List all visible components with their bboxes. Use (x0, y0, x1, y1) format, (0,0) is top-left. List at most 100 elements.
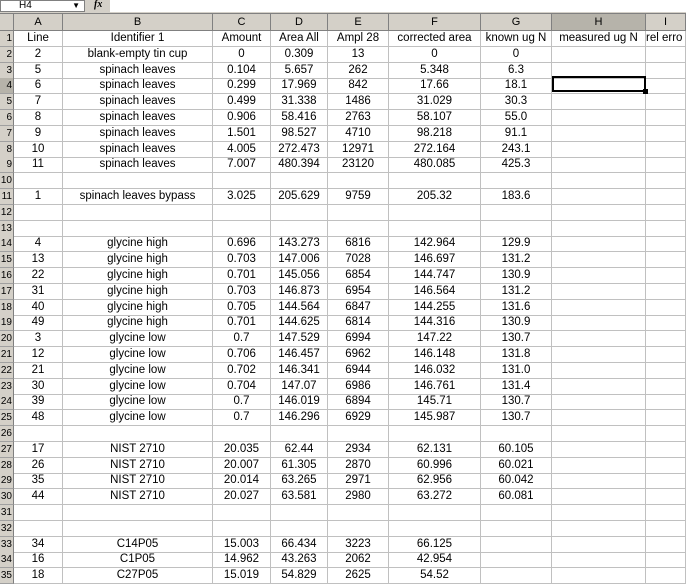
cell-c31[interactable] (213, 505, 271, 521)
cell-i28[interactable] (646, 457, 686, 474)
cell-b3[interactable]: spinach leaves (63, 62, 213, 79)
cell-e6[interactable]: 2763 (328, 110, 389, 126)
cell-b4[interactable]: spinach leaves (63, 78, 213, 95)
cell-g17[interactable]: 131.2 (481, 283, 552, 300)
cell-a18[interactable]: 40 (14, 299, 63, 316)
cell-g31[interactable] (481, 505, 552, 521)
cell-i5[interactable] (646, 94, 686, 111)
cell-d5[interactable]: 31.338 (271, 94, 328, 111)
cell-i23[interactable] (646, 378, 686, 395)
cell-h6[interactable] (552, 110, 646, 126)
cell-c13[interactable] (213, 220, 271, 237)
cell-a19[interactable]: 49 (14, 315, 63, 332)
cell-g16[interactable]: 130.9 (481, 268, 552, 284)
cell-h21[interactable] (552, 347, 646, 363)
cell-h30[interactable] (552, 489, 646, 506)
cell-h9[interactable] (552, 157, 646, 174)
cell-c16[interactable]: 0.701 (213, 268, 271, 284)
cell-g27[interactable]: 60.105 (481, 441, 552, 458)
cell-e33[interactable]: 3223 (328, 536, 389, 553)
row-header-30[interactable]: 30 (0, 489, 14, 506)
cell-d32[interactable] (271, 520, 328, 537)
row-header-5[interactable]: 5 (0, 94, 14, 111)
column-header-g[interactable]: G (481, 14, 552, 30)
cell-c26[interactable] (213, 426, 271, 442)
cell-e7[interactable]: 4710 (328, 125, 389, 142)
row-header-22[interactable]: 22 (0, 362, 14, 379)
cell-a4[interactable]: 6 (14, 78, 63, 95)
cell-b24[interactable]: glycine low (63, 394, 213, 411)
cell-b14[interactable]: glycine high (63, 236, 213, 253)
row-header-8[interactable]: 8 (0, 141, 14, 158)
cell-c17[interactable]: 0.703 (213, 283, 271, 300)
cell-e28[interactable]: 2870 (328, 457, 389, 474)
cell-c2[interactable]: 0 (213, 46, 271, 63)
chevron-down-icon[interactable]: ▼ (72, 1, 80, 10)
cell-c3[interactable]: 0.104 (213, 62, 271, 79)
row-header-6[interactable]: 6 (0, 110, 14, 126)
cell-c29[interactable]: 20.014 (213, 473, 271, 490)
cell-b30[interactable]: NIST 2710 (63, 489, 213, 506)
cell-a25[interactable]: 48 (14, 410, 63, 427)
cell-c21[interactable]: 0.706 (213, 347, 271, 363)
cell-f10[interactable] (389, 173, 481, 190)
cell-d4[interactable]: 17.969 (271, 78, 328, 95)
row-header-24[interactable]: 24 (0, 394, 14, 411)
cell-h1[interactable]: measured ug N (552, 31, 646, 47)
cell-d29[interactable]: 63.265 (271, 473, 328, 490)
cell-i34[interactable] (646, 552, 686, 569)
cell-h10[interactable] (552, 173, 646, 190)
cell-a11[interactable]: 1 (14, 189, 63, 205)
cell-b25[interactable]: glycine low (63, 410, 213, 427)
cell-b27[interactable]: NIST 2710 (63, 441, 213, 458)
cell-c5[interactable]: 0.499 (213, 94, 271, 111)
cell-d2[interactable]: 0.309 (271, 46, 328, 63)
cell-g19[interactable]: 130.9 (481, 315, 552, 332)
cell-a22[interactable]: 21 (14, 362, 63, 379)
cell-f7[interactable]: 98.218 (389, 125, 481, 142)
cell-d6[interactable]: 58.416 (271, 110, 328, 126)
cell-g2[interactable]: 0 (481, 46, 552, 63)
cell-g13[interactable] (481, 220, 552, 237)
cell-d7[interactable]: 98.527 (271, 125, 328, 142)
cell-e27[interactable]: 2934 (328, 441, 389, 458)
cell-g18[interactable]: 131.6 (481, 299, 552, 316)
cell-i30[interactable] (646, 489, 686, 506)
cell-g5[interactable]: 30.3 (481, 94, 552, 111)
cell-i27[interactable] (646, 441, 686, 458)
cell-a1[interactable]: Line (14, 31, 63, 47)
cell-a27[interactable]: 17 (14, 441, 63, 458)
cell-c9[interactable]: 7.007 (213, 157, 271, 174)
cell-a5[interactable]: 7 (14, 94, 63, 111)
cell-i35[interactable] (646, 568, 686, 585)
cell-f32[interactable] (389, 520, 481, 537)
cell-a17[interactable]: 31 (14, 283, 63, 300)
cell-e10[interactable] (328, 173, 389, 190)
row-header-14[interactable]: 14 (0, 236, 14, 253)
column-header-c[interactable]: C (213, 14, 271, 30)
cell-c20[interactable]: 0.7 (213, 331, 271, 348)
cell-g1[interactable]: known ug N (481, 31, 552, 47)
cell-f29[interactable]: 62.956 (389, 473, 481, 490)
cell-h16[interactable] (552, 268, 646, 284)
cell-e17[interactable]: 6954 (328, 283, 389, 300)
cell-g22[interactable]: 131.0 (481, 362, 552, 379)
row-header-19[interactable]: 19 (0, 315, 14, 332)
cell-i29[interactable] (646, 473, 686, 490)
cell-d13[interactable] (271, 220, 328, 237)
cell-i6[interactable] (646, 110, 686, 126)
cell-b20[interactable]: glycine low (63, 331, 213, 348)
cell-d17[interactable]: 146.873 (271, 283, 328, 300)
row-header-29[interactable]: 29 (0, 473, 14, 490)
cell-d28[interactable]: 61.305 (271, 457, 328, 474)
cell-i9[interactable] (646, 157, 686, 174)
row-header-1[interactable]: 1 (0, 31, 14, 47)
cell-h14[interactable] (552, 236, 646, 253)
cell-f22[interactable]: 146.032 (389, 362, 481, 379)
cell-d9[interactable]: 480.394 (271, 157, 328, 174)
cell-i22[interactable] (646, 362, 686, 379)
cell-h20[interactable] (552, 331, 646, 348)
cell-e21[interactable]: 6962 (328, 347, 389, 363)
cell-h7[interactable] (552, 125, 646, 142)
cell-i18[interactable] (646, 299, 686, 316)
